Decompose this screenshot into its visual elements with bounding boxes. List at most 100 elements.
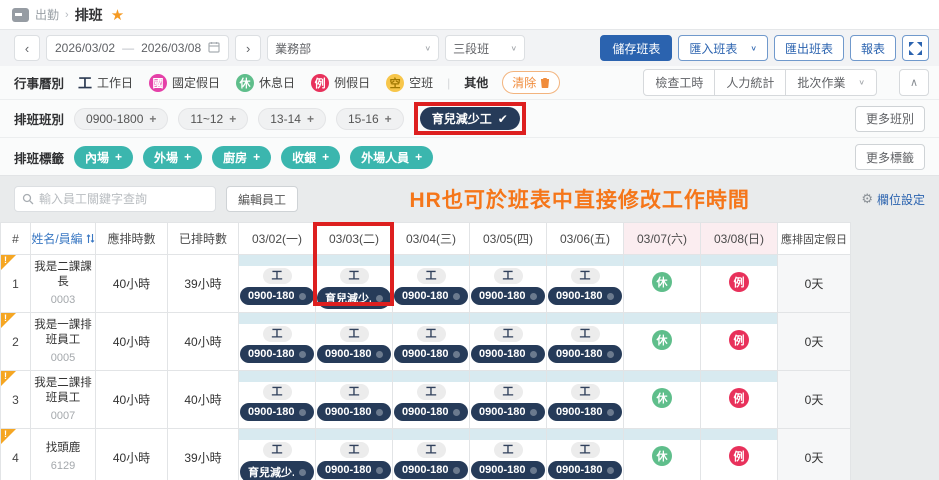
- column-settings-link[interactable]: ⚙ 欄位設定: [861, 191, 925, 208]
- schedule-cell[interactable]: 工0900-1800: [547, 255, 624, 313]
- schedule-cell[interactable]: 工0900-1800: [393, 313, 470, 371]
- shift-pill[interactable]: 育兒減少...: [240, 461, 314, 480]
- shift-pill[interactable]: 0900-1800: [548, 403, 622, 421]
- legend-item-label: 例假日: [334, 74, 370, 91]
- shift-pill[interactable]: 0900-1800: [394, 461, 468, 479]
- tag-chip[interactable]: 廚房+: [212, 146, 271, 169]
- scheduling-page: 出勤 › 排班 ★ ‹ 2026/03/02 — 2026/03/08 › 業務…: [0, 0, 939, 480]
- tag-chip[interactable]: 外場+: [143, 146, 202, 169]
- export-schedule-button[interactable]: 匯出班表: [774, 35, 844, 61]
- report-button[interactable]: 報表: [850, 35, 896, 61]
- schedule-cell[interactable]: 工0900-1800: [316, 371, 393, 429]
- import-schedule-button[interactable]: 匯入班表∨: [678, 35, 768, 61]
- tag-chip[interactable]: 外場人員+: [350, 146, 433, 169]
- breadcrumb-section[interactable]: 出勤: [35, 6, 59, 23]
- schedule-cell[interactable]: 工 0900-1800: [316, 429, 393, 480]
- employee-id: 0003: [33, 293, 93, 308]
- schedule-cell[interactable]: 工育兒減少...: [239, 429, 316, 480]
- date-end[interactable]: 2026/03/08: [141, 41, 201, 55]
- shift-pill[interactable]: 0900-1800: [240, 403, 314, 421]
- column-header-name[interactable]: 姓名/員編: [31, 223, 96, 255]
- legend-item-holiday: 例例假日: [311, 74, 370, 92]
- shift-pill[interactable]: 0900-1800: [548, 287, 622, 305]
- schedule-cell[interactable]: 工0900-1800: [239, 371, 316, 429]
- schedule-cell[interactable]: 工0900-1800: [316, 313, 393, 371]
- workday-badge: 工: [340, 442, 369, 458]
- shift-mode-select[interactable]: 三段班 ∨: [445, 35, 525, 61]
- schedule-cell[interactable]: 例: [701, 313, 778, 371]
- edit-employee-button[interactable]: 編輯員工: [226, 186, 298, 212]
- fullscreen-button[interactable]: [902, 35, 929, 61]
- schedule-cell[interactable]: 工0900-1800: [239, 255, 316, 313]
- selected-shift-chip[interactable]: 育兒減少工 ✔: [420, 107, 520, 130]
- shift-pill[interactable]: 0900-1800: [240, 287, 314, 305]
- schedule-cell[interactable]: 工0900-1800: [470, 371, 547, 429]
- tag-chip[interactable]: 內場+: [74, 146, 133, 169]
- manpower-stats-button[interactable]: 人力統計: [714, 69, 786, 96]
- tag-chip[interactable]: 收銀+: [281, 146, 340, 169]
- shift-pill[interactable]: 0900-1800: [548, 345, 622, 363]
- shift-pill[interactable]: 0900-1800: [317, 461, 391, 479]
- dropzone-strip: [239, 255, 315, 266]
- shift-pill-label: 0900-1800: [479, 290, 525, 302]
- column-header-required-hours: 應排時數: [96, 223, 168, 255]
- shift-type-chip[interactable]: 15-16+: [336, 108, 404, 130]
- schedule-cell[interactable]: 工0900-1800: [470, 313, 547, 371]
- shift-pill[interactable]: 0900-1800: [240, 345, 314, 363]
- favorite-star-icon[interactable]: ★: [111, 6, 124, 24]
- schedule-cell[interactable]: 工0900-1800: [547, 371, 624, 429]
- shift-pill[interactable]: 0900-1800: [471, 461, 545, 479]
- shift-type-chip[interactable]: 11~12+: [178, 108, 248, 130]
- dropzone-strip: [624, 429, 700, 440]
- plus-icon: +: [385, 112, 392, 126]
- save-schedule-button[interactable]: 儲存班表: [600, 35, 672, 61]
- sort-icon[interactable]: [86, 233, 95, 247]
- schedule-cell[interactable]: 休: [624, 313, 701, 371]
- shift-pill[interactable]: 育兒減少...: [317, 287, 391, 309]
- shift-pill[interactable]: 0900-1800: [471, 403, 545, 421]
- shift-pill-label: 0900-1800: [556, 406, 602, 418]
- shift-pill[interactable]: 0900-1800: [471, 287, 545, 305]
- schedule-cell[interactable]: 工0900-1800: [470, 255, 547, 313]
- prev-week-button[interactable]: ‹: [14, 35, 40, 61]
- schedule-cell[interactable]: 例: [701, 255, 778, 313]
- employee-search-input[interactable]: [39, 192, 208, 206]
- tag-chip-label: 內場: [85, 149, 109, 166]
- trash-icon: [540, 77, 550, 88]
- schedule-cell[interactable]: 例: [701, 371, 778, 429]
- shift-pill[interactable]: 0900-1800: [317, 345, 391, 363]
- schedule-cell[interactable]: 工0900-1800: [470, 429, 547, 480]
- next-week-button[interactable]: ›: [235, 35, 261, 61]
- schedule-cell[interactable]: 例: [701, 429, 778, 480]
- shift-pill[interactable]: 0900-1800: [394, 287, 468, 305]
- collapse-panel-button[interactable]: ∧: [899, 69, 929, 96]
- date-start[interactable]: 2026/03/02: [55, 41, 115, 55]
- date-range-input[interactable]: 2026/03/02 — 2026/03/08: [46, 35, 229, 61]
- more-shift-types-button[interactable]: 更多班別: [855, 106, 925, 132]
- schedule-cell-body: 工0900-1800: [393, 324, 469, 363]
- shift-pill[interactable]: 0900-1800: [394, 403, 468, 421]
- schedule-cell[interactable]: 工0900-1800: [393, 371, 470, 429]
- shift-type-chip[interactable]: 0900-1800+: [74, 108, 168, 130]
- schedule-cell[interactable]: 工0900-1800: [393, 255, 470, 313]
- schedule-cell[interactable]: 休: [624, 255, 701, 313]
- schedule-cell[interactable]: 工育兒減少...: [316, 255, 393, 313]
- schedule-cell[interactable]: 休: [624, 429, 701, 480]
- schedule-cell[interactable]: 工0900-1800: [393, 429, 470, 480]
- clear-button[interactable]: 清除: [502, 71, 560, 94]
- batch-actions-button[interactable]: 批次作業∨: [785, 69, 877, 96]
- schedule-cell[interactable]: 工0900-1800: [547, 313, 624, 371]
- dropzone-strip: [701, 429, 777, 440]
- shift-pill[interactable]: 0900-1800: [471, 345, 545, 363]
- shift-pill[interactable]: 0900-1800: [394, 345, 468, 363]
- shift-pill[interactable]: 0900-1800: [317, 403, 391, 421]
- more-tags-button[interactable]: 更多標籤: [855, 144, 925, 170]
- schedule-cell[interactable]: 工0900-1800: [239, 313, 316, 371]
- schedule-cell[interactable]: 工0900-1800: [547, 429, 624, 480]
- pill-handle-dot: [299, 409, 306, 416]
- schedule-cell[interactable]: 休: [624, 371, 701, 429]
- shift-pill[interactable]: 0900-1800: [548, 461, 622, 479]
- shift-type-chip[interactable]: 13-14+: [258, 108, 326, 130]
- check-hours-button[interactable]: 檢查工時: [643, 69, 715, 96]
- department-select[interactable]: 業務部 ∨: [267, 35, 439, 61]
